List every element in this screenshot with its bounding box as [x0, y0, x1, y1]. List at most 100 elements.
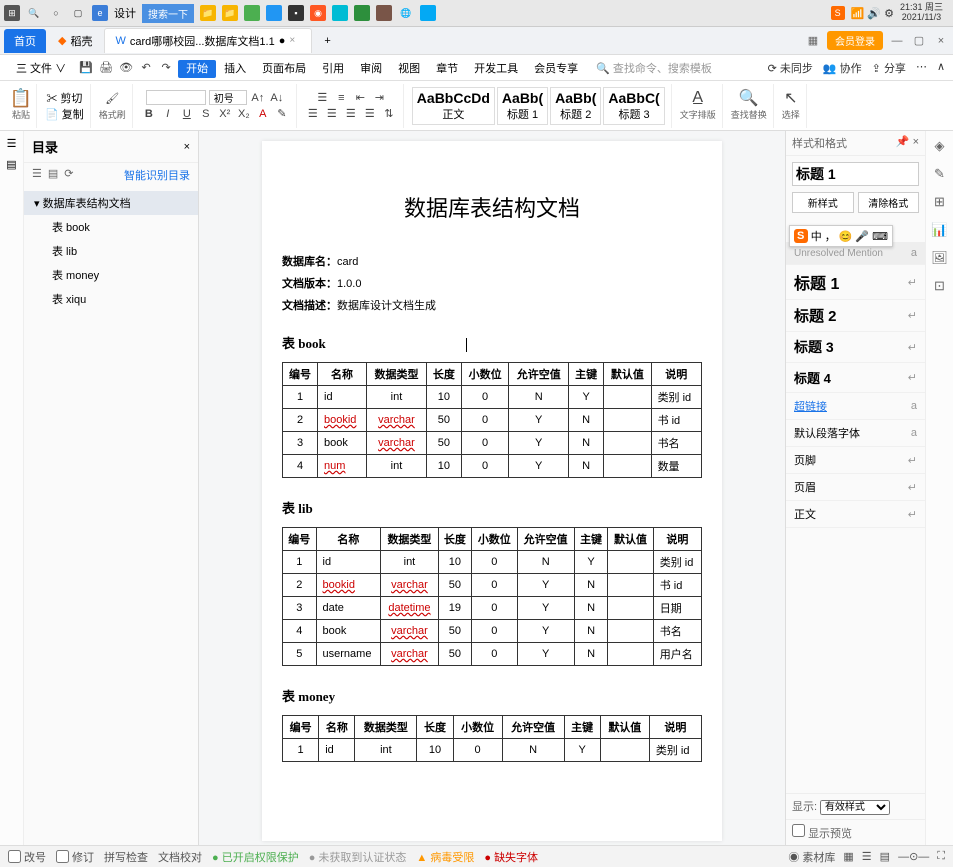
bullets-icon[interactable]: ☰: [314, 90, 330, 106]
outline-icon[interactable]: ☰: [7, 137, 17, 150]
status-protection[interactable]: ● 已开启权限保护: [212, 849, 299, 865]
style-list-item[interactable]: 标题 4↵: [786, 363, 925, 393]
clock[interactable]: 21:31 周三 2021/11/3: [900, 3, 943, 23]
toc-item[interactable]: 表 book: [24, 215, 198, 239]
style-list-item[interactable]: 标题 2↵: [786, 300, 925, 332]
tray-icons[interactable]: 📶 🔊 ⚙: [851, 7, 894, 20]
style-2[interactable]: AaBb(标题 2: [550, 87, 601, 125]
sub-icon[interactable]: X₂: [236, 106, 252, 122]
bold-icon[interactable]: B: [141, 106, 157, 122]
nav-icon[interactable]: ▤: [6, 158, 16, 171]
redo-icon[interactable]: ↷: [158, 60, 174, 76]
highlight-icon[interactable]: ✎: [274, 106, 290, 122]
align-center-icon[interactable]: ☰: [324, 106, 340, 122]
style-3[interactable]: AaBbC(标题 3: [603, 87, 664, 125]
pane-close-icon[interactable]: ×: [913, 136, 919, 148]
toc-tool-1[interactable]: ☰: [32, 167, 42, 183]
align-left-icon[interactable]: ☰: [305, 106, 321, 122]
share-button[interactable]: ⇪ 分享: [872, 60, 906, 76]
app6-icon[interactable]: [376, 5, 392, 21]
menu-审阅[interactable]: 审阅: [352, 60, 390, 78]
current-style-input[interactable]: [792, 162, 919, 186]
numbering-icon[interactable]: ≡: [333, 90, 349, 106]
find-icon[interactable]: 🔍: [741, 90, 757, 106]
align-right-icon[interactable]: ☰: [343, 106, 359, 122]
menu-会员专享[interactable]: 会员专享: [526, 60, 586, 78]
line-spacing-icon[interactable]: ⇅: [381, 106, 397, 122]
app2-icon[interactable]: [266, 5, 282, 21]
tab-document[interactable]: W card哪哪校园...数据库文档1.1 ● ×: [104, 28, 312, 53]
zoom-slider[interactable]: —⊙—: [898, 850, 929, 863]
select-icon[interactable]: ↖: [783, 90, 799, 106]
menu-开发工具[interactable]: 开发工具: [466, 60, 526, 78]
style-list-item[interactable]: 页脚↵: [786, 447, 925, 474]
undo-icon[interactable]: ↶: [138, 60, 154, 76]
ime-toolbar[interactable]: S 中 ， 😊 🎤 ⌨: [789, 225, 893, 247]
status-virus[interactable]: ▲ 病毒受限: [416, 849, 474, 865]
maximize-icon[interactable]: ▢: [911, 33, 927, 49]
app1-icon[interactable]: [244, 5, 260, 21]
toc-tool-3[interactable]: ⟳: [64, 167, 73, 183]
taskview-icon[interactable]: ▢: [70, 5, 86, 21]
style-list-item[interactable]: 标题 1↵: [786, 265, 925, 300]
shrink-font-icon[interactable]: A↓: [269, 90, 285, 106]
folder-icon[interactable]: 📁: [200, 5, 216, 21]
show-select[interactable]: 有效样式: [820, 800, 890, 815]
toc-item[interactable]: 表 money: [24, 263, 198, 287]
print-icon[interactable]: 🖨: [98, 60, 114, 76]
app3-icon[interactable]: ◉: [310, 5, 326, 21]
toc-root[interactable]: ▾ 数据库表结构文档: [24, 191, 198, 215]
clear-style-button[interactable]: 清除格式: [858, 192, 920, 213]
toc-tool-2[interactable]: ▤: [48, 167, 58, 183]
search-button[interactable]: 搜索一下: [142, 4, 194, 23]
cortana-icon[interactable]: ○: [48, 5, 64, 21]
style-0[interactable]: AaBbCcDd正文: [412, 87, 495, 125]
menu-开始[interactable]: 开始: [178, 60, 216, 78]
chrome-icon[interactable]: 🌐: [398, 5, 414, 21]
app7-icon[interactable]: [420, 5, 436, 21]
preview-icon[interactable]: 👁: [118, 60, 134, 76]
justify-icon[interactable]: ☰: [362, 106, 378, 122]
sogou-tray-icon[interactable]: S: [831, 6, 845, 20]
rail-icon-5[interactable]: 🖼: [931, 249, 949, 267]
rail-icon-6[interactable]: ⊡: [931, 277, 949, 295]
new-style-button[interactable]: 新样式: [792, 192, 854, 213]
status-item-0[interactable]: 改号: [8, 849, 46, 865]
more-icon[interactable]: ⋯: [916, 60, 927, 76]
toc-close-icon[interactable]: ×: [184, 141, 190, 153]
minimize-icon[interactable]: —: [889, 33, 905, 49]
cut-button[interactable]: ✂ 剪切: [46, 90, 82, 106]
command-search[interactable]: 🔍 查找命令、搜索模板: [596, 60, 712, 76]
style-list-item[interactable]: 正文↵: [786, 501, 925, 528]
terminal-icon[interactable]: ▪: [288, 5, 304, 21]
folder2-icon[interactable]: 📁: [222, 5, 238, 21]
indent-dec-icon[interactable]: ⇤: [352, 90, 368, 106]
status-missing-font[interactable]: ● 缺失字体: [484, 849, 538, 865]
toc-item[interactable]: 表 lib: [24, 239, 198, 263]
indent-inc-icon[interactable]: ⇥: [371, 90, 387, 106]
tab-add[interactable]: +: [314, 31, 340, 51]
rail-icon-2[interactable]: ✎: [931, 165, 949, 183]
format-painter-icon[interactable]: 🖌: [104, 90, 120, 106]
pin-icon[interactable]: 📌: [896, 136, 910, 148]
status-item-1[interactable]: 修订: [56, 849, 94, 865]
font-color-icon[interactable]: A: [255, 106, 271, 122]
tab-home[interactable]: 首页: [4, 29, 46, 53]
style-list-item[interactable]: 默认段落字体a: [786, 420, 925, 447]
toc-item[interactable]: 表 xiqu: [24, 287, 198, 311]
menu-插入[interactable]: 插入: [216, 60, 254, 78]
italic-icon[interactable]: I: [160, 106, 176, 122]
style-list-item[interactable]: 标题 3↵: [786, 332, 925, 363]
ie-icon[interactable]: e: [92, 5, 108, 21]
document-canvas[interactable]: 数据库表结构文档 数据库名：card 文档版本：1.0.0 文档描述：数据库设计…: [199, 131, 785, 845]
menu-视图[interactable]: 视图: [390, 60, 428, 78]
windows-start-icon[interactable]: ⊞: [4, 5, 20, 21]
ime-punct-icon[interactable]: ，: [825, 228, 836, 244]
close-icon[interactable]: ×: [289, 35, 301, 47]
text-tools-icon[interactable]: A̲: [690, 90, 706, 106]
style-list-item[interactable]: 页眉↵: [786, 474, 925, 501]
menu-引用[interactable]: 引用: [314, 60, 352, 78]
view-mode-2-icon[interactable]: ☰: [862, 850, 872, 863]
menu-章节[interactable]: 章节: [428, 60, 466, 78]
login-button[interactable]: 会员登录: [827, 31, 883, 50]
